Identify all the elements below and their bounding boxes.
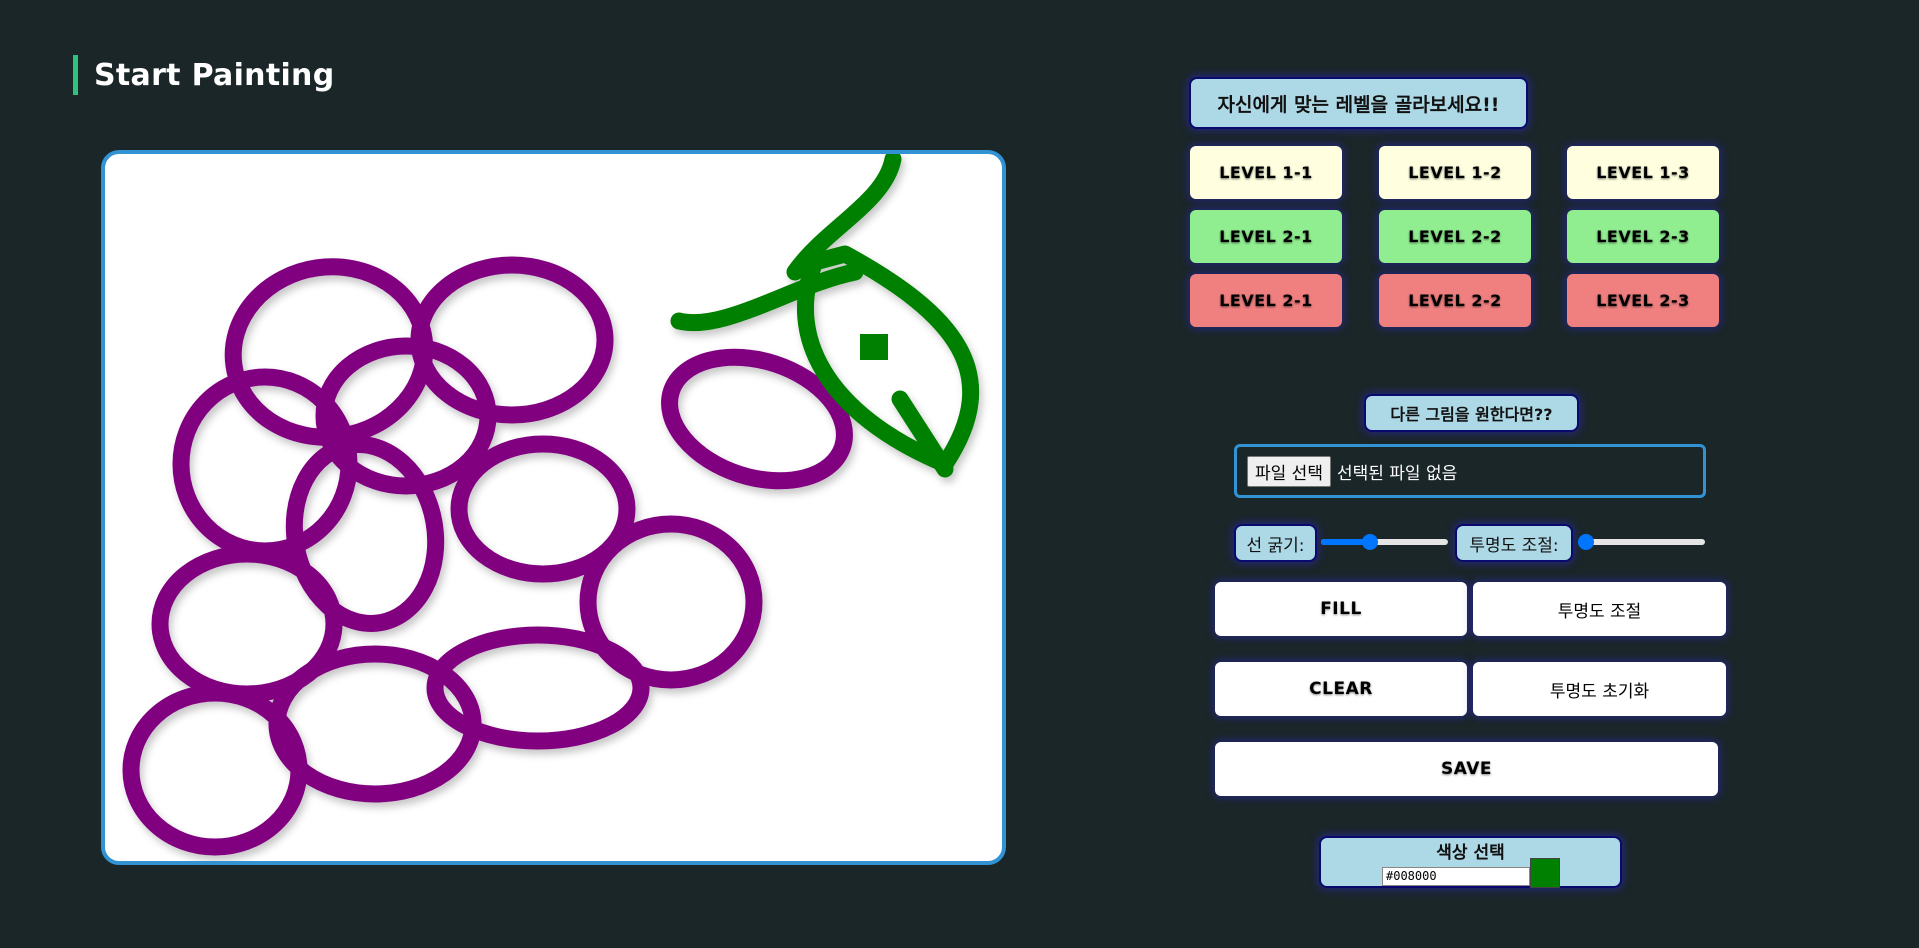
title-accent-bar — [73, 55, 78, 95]
color-picker-label: 색상 선택 — [1436, 843, 1505, 863]
clear-button[interactable]: CLEAR — [1215, 662, 1467, 716]
color-hex-input[interactable]: #008000 — [1382, 867, 1530, 886]
page-header: Start Painting — [73, 55, 335, 95]
grape-circle — [122, 684, 308, 856]
save-button[interactable]: SAVE — [1215, 742, 1718, 796]
level-1-1-button[interactable]: LEVEL 1-1 — [1190, 146, 1342, 199]
stem-line — [670, 263, 864, 331]
leaf-and-stem — [670, 154, 980, 478]
level-2-3-button[interactable]: LEVEL 2-3 — [1567, 210, 1719, 263]
opacity-slider-thumb[interactable] — [1578, 534, 1594, 550]
line-width-slider[interactable] — [1321, 534, 1448, 550]
file-input[interactable]: 파일 선택 선택된 파일 없음 — [1234, 444, 1706, 498]
leaf-spot — [860, 334, 888, 360]
fill-button[interactable]: FILL — [1215, 582, 1467, 636]
opacity-adjust-button[interactable]: 투명도 조절 — [1473, 582, 1726, 636]
level-prompt: 자신에게 맞는 레벨을 골라보세요!! — [1189, 77, 1528, 129]
level-2-2-button[interactable]: LEVEL 2-2 — [1379, 210, 1531, 263]
upload-prompt: 다른 그림을 원한다면?? — [1364, 394, 1579, 432]
drawing-canvas[interactable] — [101, 150, 1006, 865]
color-picker-panel: 색상 선택 #008000 — [1319, 836, 1622, 888]
choose-file-button[interactable]: 파일 선택 — [1247, 455, 1331, 487]
level-2-1-button[interactable]: LEVEL 2-1 — [1190, 210, 1342, 263]
opacity-slider[interactable] — [1578, 534, 1705, 550]
opacity-reset-button[interactable]: 투명도 초기화 — [1473, 662, 1726, 716]
level-1-3-button[interactable]: LEVEL 1-3 — [1567, 146, 1719, 199]
level-3-3-button[interactable]: LEVEL 2-3 — [1567, 274, 1719, 327]
color-swatch[interactable] — [1530, 858, 1560, 888]
level-1-2-button[interactable]: LEVEL 1-2 — [1379, 146, 1531, 199]
line-width-label: 선 굵기: — [1234, 524, 1317, 562]
grape-outlines — [122, 256, 853, 856]
page-title: Start Painting — [94, 57, 335, 93]
grape-circle — [410, 256, 614, 424]
level-3-2-button[interactable]: LEVEL 2-2 — [1379, 274, 1531, 327]
grape-circle — [661, 348, 853, 490]
level-3-1-button[interactable]: LEVEL 2-1 — [1190, 274, 1342, 327]
opacity-label: 투명도 조절: — [1455, 524, 1573, 562]
canvas-drawing — [122, 154, 980, 856]
file-status-text: 선택된 파일 없음 — [1336, 463, 1458, 484]
line-width-slider-thumb[interactable] — [1362, 534, 1378, 550]
